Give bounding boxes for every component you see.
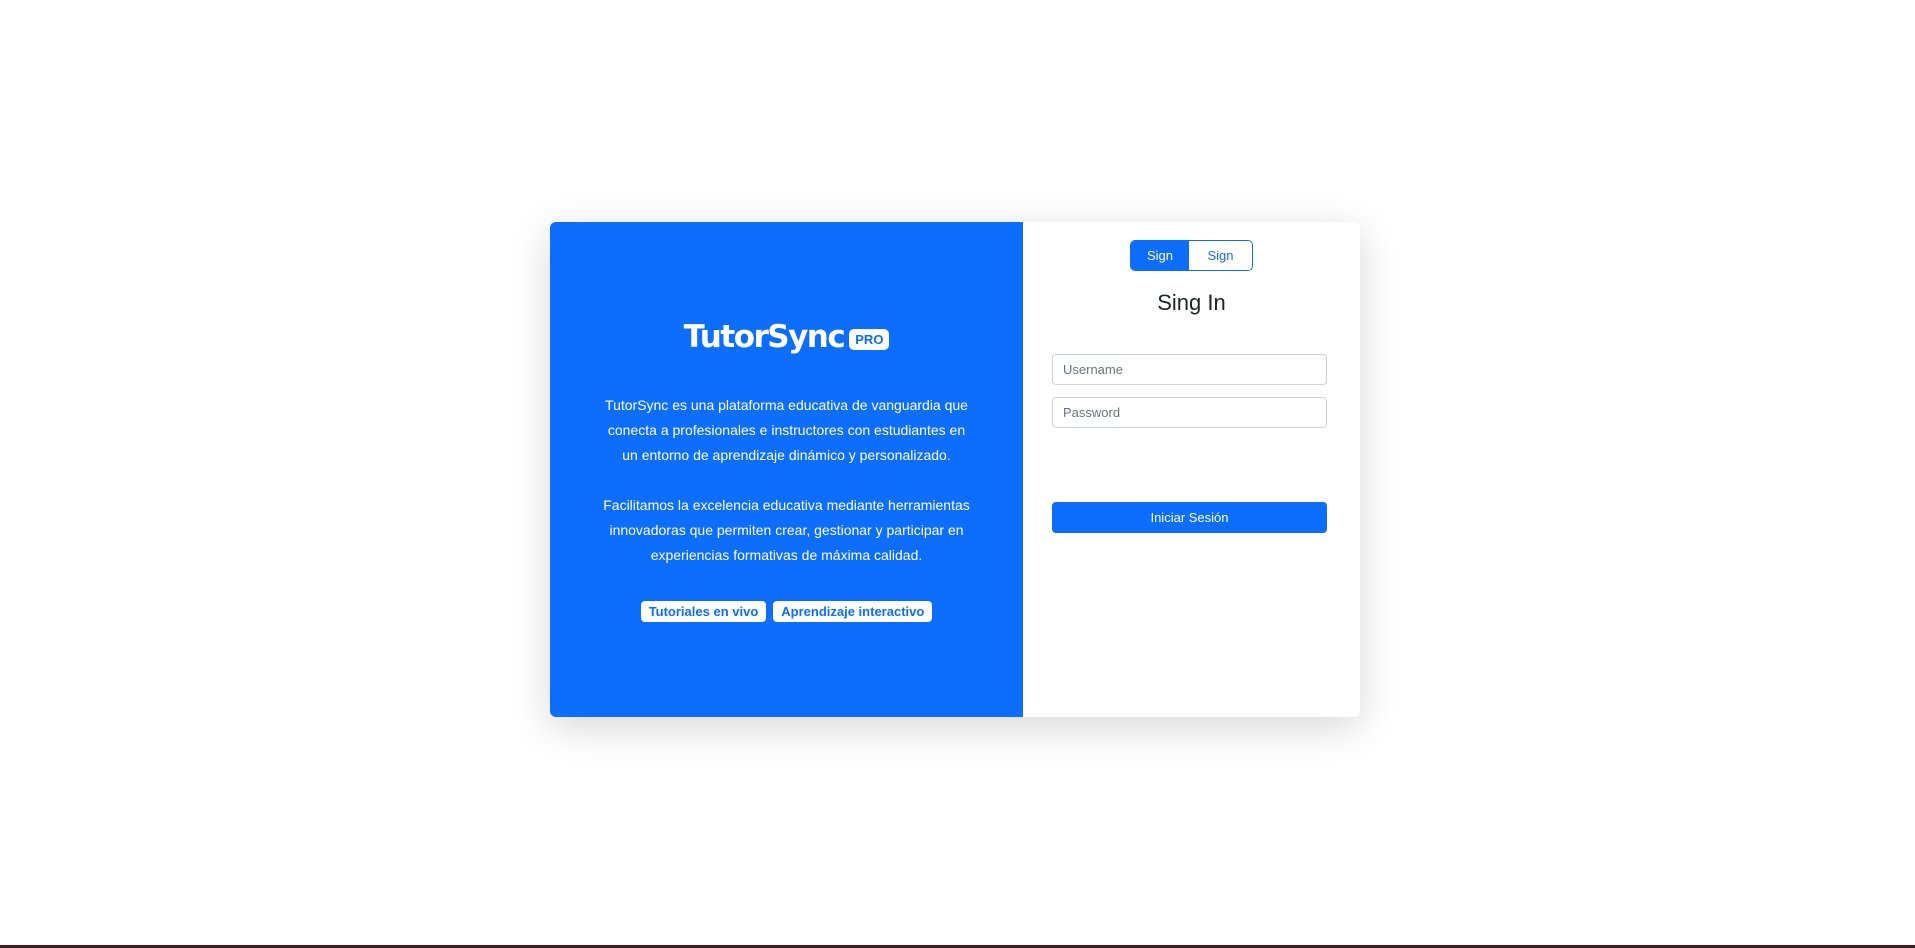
form-title: Sing In: [1157, 290, 1226, 315]
brand-name: TutorSync: [683, 319, 846, 355]
feature-tags: Tutoriales en vivo Aprendizaje interacti…: [640, 601, 933, 622]
password-input[interactable]: [1052, 397, 1327, 428]
platform-description: TutorSync es una plataforma educativa de…: [602, 393, 972, 593]
sign-in-tab[interactable]: Sign In: [1131, 241, 1189, 270]
description-paragraph-2: Facilitamos la excelencia educativa medi…: [603, 497, 970, 563]
tag-interactive-learning: Aprendizaje interactivo: [773, 601, 933, 622]
tag-live-tutorials: Tutoriales en vivo: [640, 601, 767, 622]
auth-card: TutorSync PRO TutorSync es una plataform…: [550, 222, 1360, 717]
brand-logo: TutorSync PRO: [684, 319, 890, 355]
username-input[interactable]: [1052, 354, 1327, 385]
sign-up-tab[interactable]: Sign Up: [1189, 241, 1252, 270]
description-paragraph-1: TutorSync es una plataforma educativa de…: [605, 397, 968, 463]
auth-toggle: Sign In Sign Up: [1130, 240, 1253, 271]
pro-badge: PRO: [849, 328, 890, 350]
form-panel: Sign In Sign Up Sing In Iniciar Sesión: [1023, 222, 1360, 717]
login-button[interactable]: Iniciar Sesión: [1052, 502, 1327, 533]
brand-panel: TutorSync PRO TutorSync es una plataform…: [550, 222, 1023, 717]
